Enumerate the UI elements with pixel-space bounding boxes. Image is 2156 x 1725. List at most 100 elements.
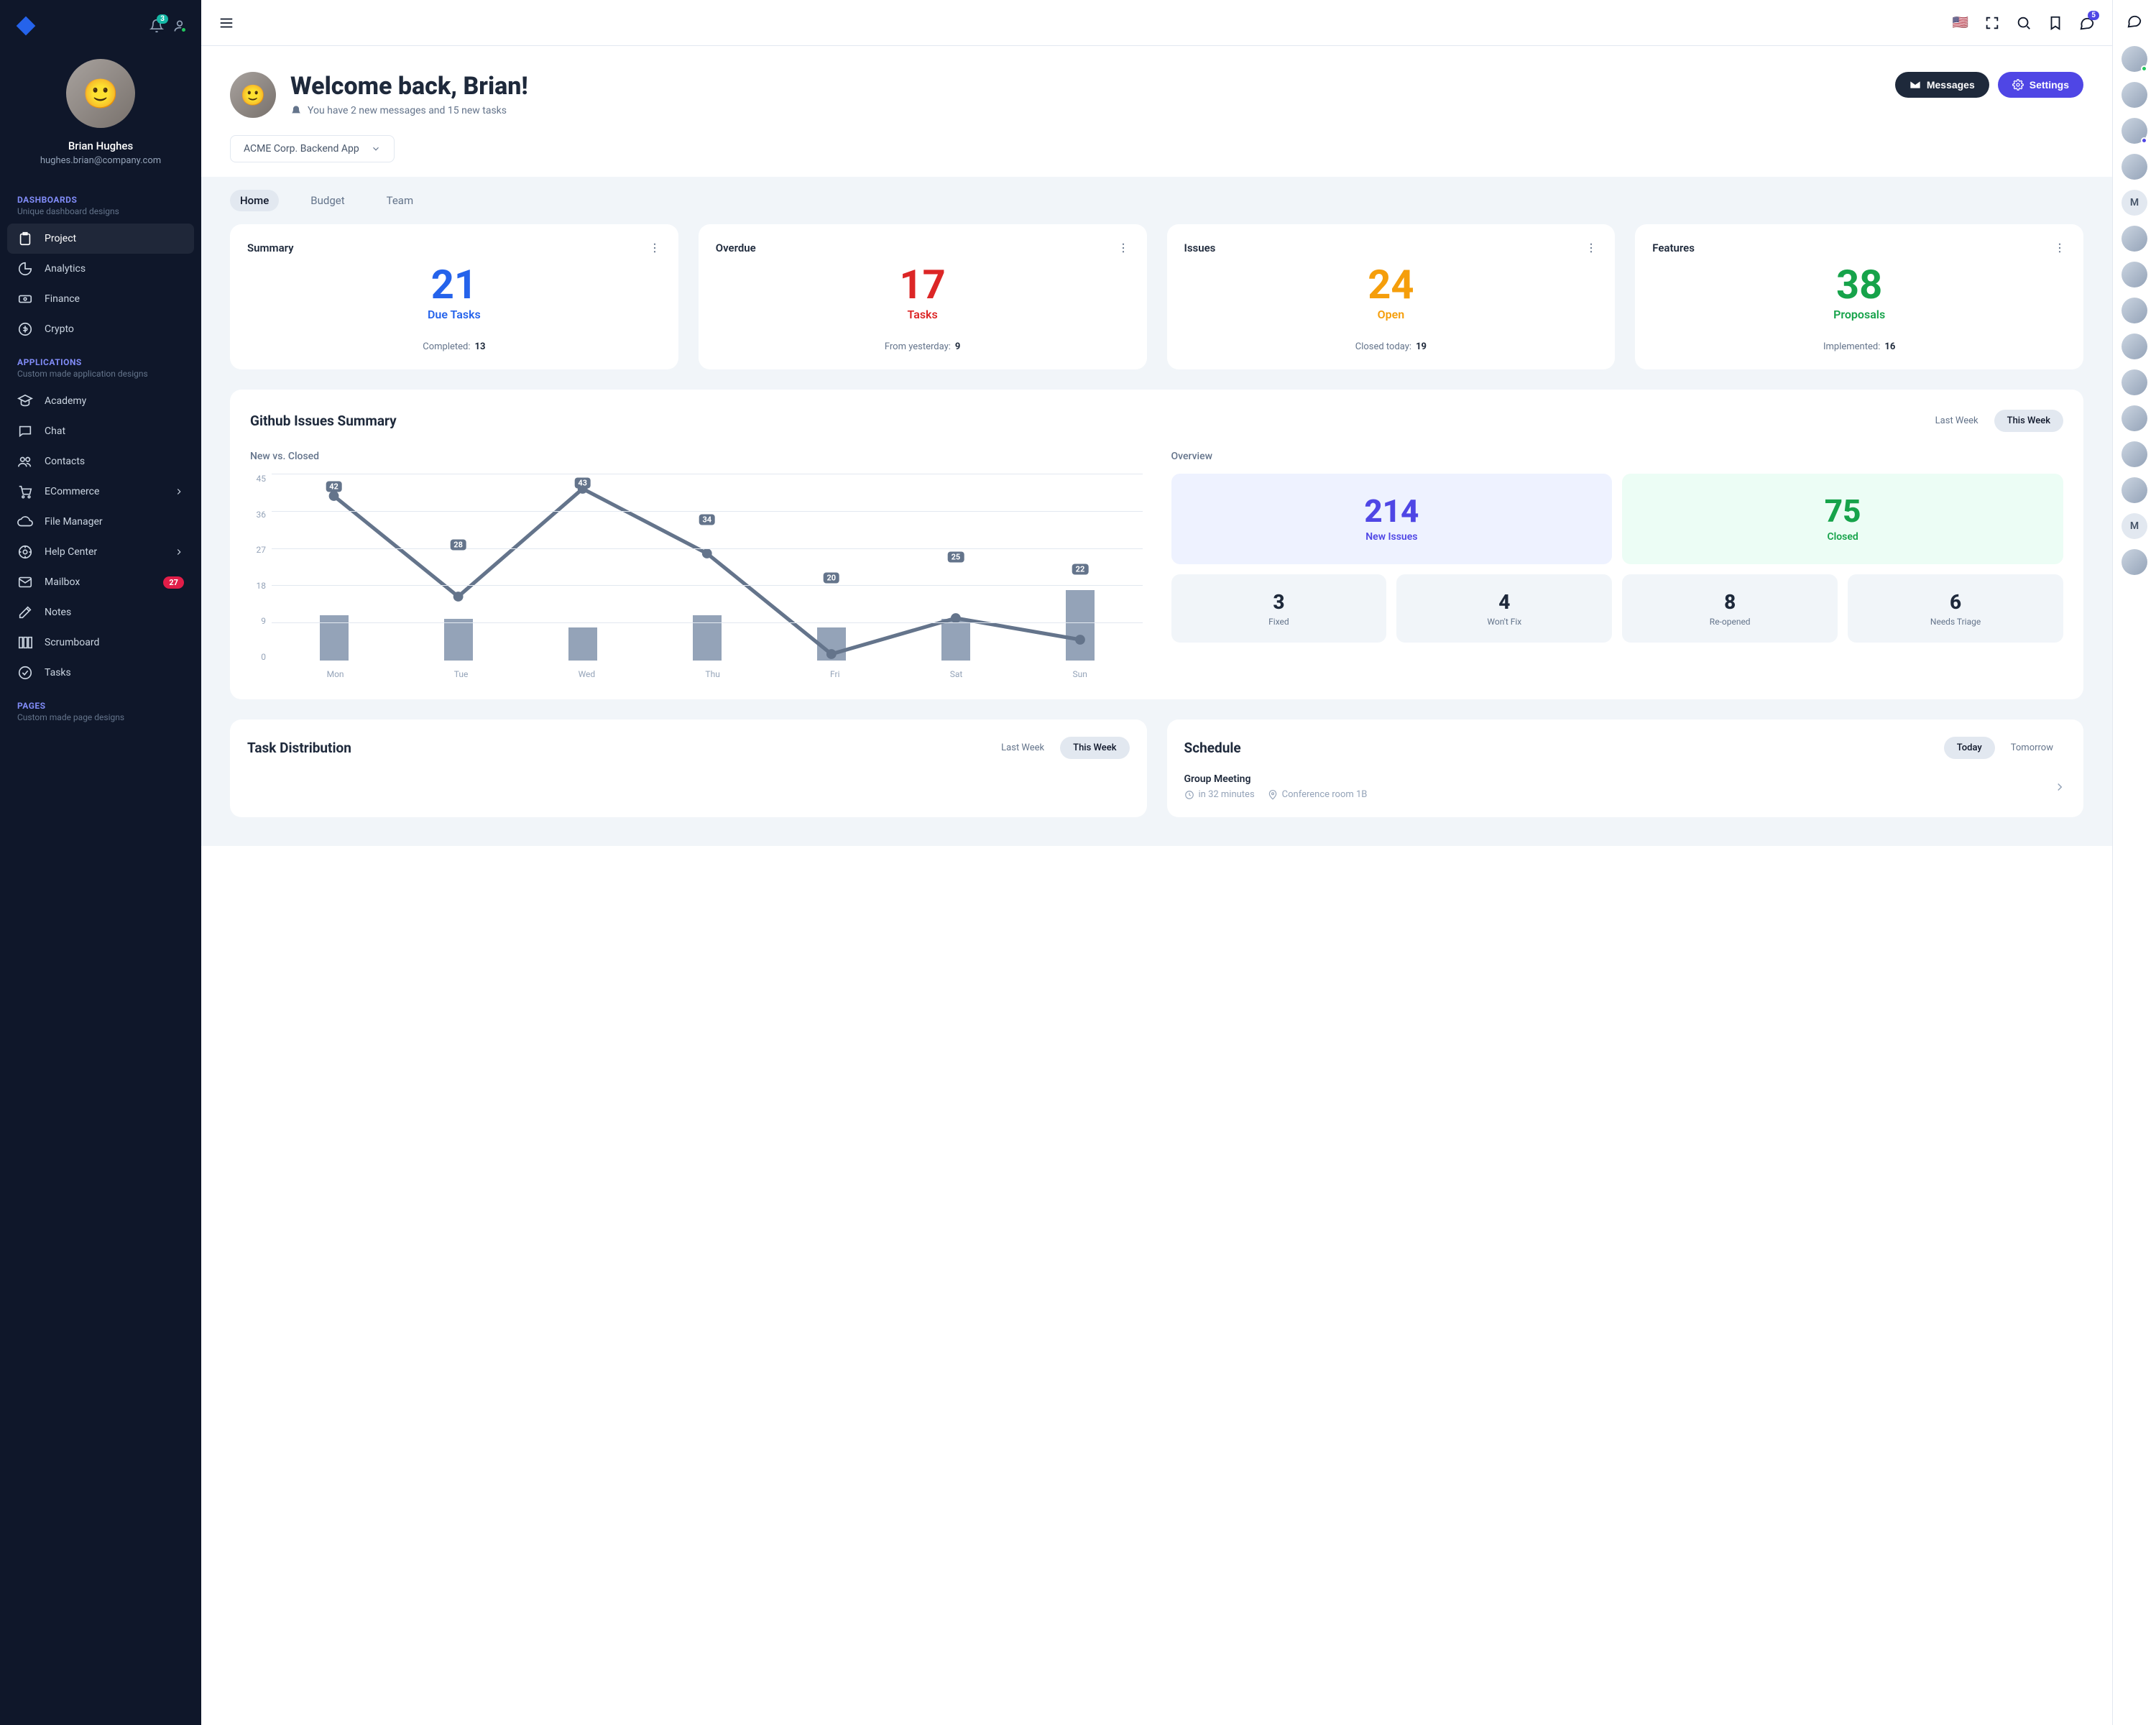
contact-avatar[interactable]: [2122, 82, 2147, 108]
stat-card-issues: Issues 24 Open Closed today:19: [1167, 224, 1616, 369]
users-icon: [17, 454, 33, 469]
contact-avatar[interactable]: [2122, 226, 2147, 252]
sidebar-section-subtitle: Custom made page designs: [17, 712, 184, 722]
sidebar-item-mailbox[interactable]: Mailbox 27: [7, 567, 194, 597]
fullscreen-button[interactable]: [1984, 15, 2000, 31]
sidebar-item-file-manager[interactable]: File Manager: [7, 507, 194, 537]
sidebar-item-analytics[interactable]: Analytics: [7, 254, 194, 284]
support-icon: [17, 544, 33, 560]
sidebar: 3 🙂 Brian Hughes hughes.brian@company.co…: [0, 0, 201, 1725]
contact-avatar[interactable]: [2122, 549, 2147, 575]
tab-team[interactable]: Team: [377, 190, 424, 211]
cart-icon: [17, 484, 33, 500]
sidebar-item-notes[interactable]: Notes: [7, 597, 194, 627]
avatar: 🙂: [230, 72, 276, 118]
stat-value: 24: [1184, 264, 1598, 305]
sidebar-item-finance[interactable]: Finance: [7, 284, 194, 314]
status-dot: [2141, 137, 2147, 144]
sidebar-item-label: Scrumboard: [45, 637, 184, 648]
status-dot: [180, 27, 187, 33]
sidebar-item-label: Tasks: [45, 667, 184, 678]
sidebar-item-label: ECommerce: [45, 486, 174, 497]
clipboard-icon: [17, 231, 33, 247]
sidebar-user-button[interactable]: [172, 19, 187, 33]
overview-closed: 75 Closed: [1622, 474, 2063, 564]
settings-action-button[interactable]: Settings: [1998, 72, 2083, 98]
taskdist-filter-last-week[interactable]: Last Week: [988, 737, 1057, 759]
overview-fixed: 3Fixed: [1171, 574, 1387, 643]
taskdist-filter-this-week[interactable]: This Week: [1060, 737, 1129, 759]
dollar-circle-icon: [17, 321, 33, 337]
stat-footer: Implemented:16: [1652, 341, 2066, 352]
schedule-filter-today[interactable]: Today: [1944, 737, 1995, 759]
messages-button[interactable]: 5: [2079, 15, 2095, 31]
stat-footer: Closed today:19: [1184, 341, 1598, 352]
contact-avatar[interactable]: M: [2122, 190, 2147, 216]
github-filter-last-week[interactable]: Last Week: [1922, 410, 1991, 432]
contact-avatar[interactable]: [2122, 298, 2147, 323]
chevron-down-icon: [371, 144, 381, 154]
sidebar-item-academy[interactable]: Academy: [7, 386, 194, 416]
chart-point-label: 42: [326, 482, 342, 492]
cloud-icon: [17, 514, 33, 530]
sidebar-item-label: Analytics: [45, 263, 184, 275]
stat-title: Overdue: [716, 242, 756, 254]
sidebar-item-help-center[interactable]: Help Center: [7, 537, 194, 567]
chevron-right-icon: [174, 487, 184, 497]
contacts-rail: MM: [2113, 0, 2156, 1725]
project-selector[interactable]: ACME Corp. Backend App: [230, 135, 395, 162]
stat-menu-button[interactable]: [1585, 242, 1598, 254]
stat-value: 17: [716, 264, 1130, 305]
notifications-button[interactable]: 3: [149, 19, 164, 33]
stat-title: Summary: [247, 242, 294, 254]
chart-point-label: 25: [948, 552, 964, 563]
messages-action-button[interactable]: Messages: [1895, 72, 1989, 98]
sidebar-item-label: Finance: [45, 293, 184, 305]
chat-panel-button[interactable]: [2127, 13, 2142, 36]
sidebar-item-project[interactable]: Project: [7, 224, 194, 254]
contact-avatar[interactable]: [2122, 369, 2147, 395]
contact-avatar[interactable]: [2122, 441, 2147, 467]
chart-title: New vs. Closed: [250, 451, 1143, 462]
stat-menu-button[interactable]: [648, 242, 661, 254]
contact-avatar[interactable]: [2122, 46, 2147, 72]
chart-point-label: 20: [824, 572, 840, 583]
bookmarks-button[interactable]: [2047, 15, 2063, 31]
stat-menu-button[interactable]: [2053, 242, 2066, 254]
sidebar-item-crypto[interactable]: Crypto: [7, 314, 194, 344]
stat-footer: From yesterday:9: [716, 341, 1130, 352]
sidebar-section-title: DASHBOARDS: [17, 195, 184, 205]
stat-title: Issues: [1184, 242, 1216, 254]
sidebar-item-contacts[interactable]: Contacts: [7, 446, 194, 477]
tab-budget[interactable]: Budget: [300, 190, 354, 211]
contact-avatar[interactable]: [2122, 477, 2147, 503]
stat-label: Open: [1184, 308, 1598, 321]
overview-title: Overview: [1171, 451, 2064, 462]
search-button[interactable]: [2016, 15, 2032, 31]
contact-avatar[interactable]: [2122, 405, 2147, 431]
stat-menu-button[interactable]: [1117, 242, 1130, 254]
sidebar-item-chat[interactable]: Chat: [7, 416, 194, 446]
tab-home[interactable]: Home: [230, 190, 279, 211]
sidebar-item-label: Crypto: [45, 323, 184, 335]
contact-avatar[interactable]: [2122, 118, 2147, 144]
language-flag[interactable]: 🇺🇸: [1953, 15, 1968, 30]
sidebar-item-ecommerce[interactable]: ECommerce: [7, 477, 194, 507]
stat-label: Due Tasks: [247, 308, 661, 321]
schedule-item-open[interactable]: [2053, 781, 2066, 794]
sidebar-item-tasks[interactable]: Tasks: [7, 658, 194, 688]
menu-toggle-button[interactable]: [218, 15, 234, 31]
logo-icon: [14, 14, 37, 37]
sidebar-section-subtitle: Custom made application designs: [17, 369, 184, 379]
github-filter-this-week[interactable]: This Week: [1994, 410, 2063, 432]
notifications-badge: 3: [157, 14, 168, 24]
sidebar-item-scrumboard[interactable]: Scrumboard: [7, 627, 194, 658]
contact-avatar[interactable]: [2122, 334, 2147, 359]
contact-avatar[interactable]: [2122, 154, 2147, 180]
page-title: Welcome back, Brian!: [290, 73, 528, 100]
stat-card-features: Features 38 Proposals Implemented:16: [1635, 224, 2083, 369]
contact-avatar[interactable]: M: [2122, 513, 2147, 539]
contact-avatar[interactable]: [2122, 262, 2147, 288]
schedule-filter-tomorrow[interactable]: Tomorrow: [1998, 737, 2066, 759]
chart-pie-icon: [17, 261, 33, 277]
